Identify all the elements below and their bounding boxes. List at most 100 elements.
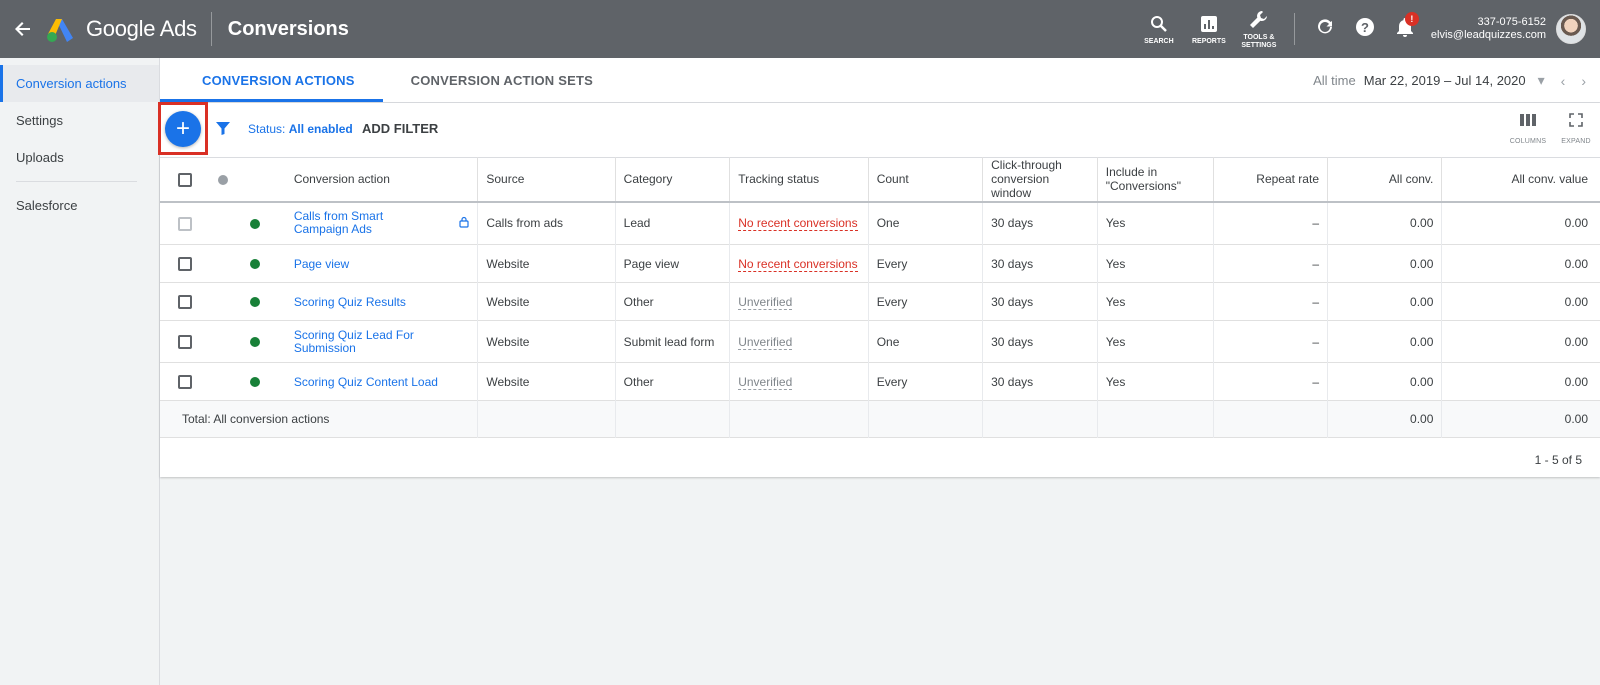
- status-filter-value: All enabled: [288, 122, 353, 136]
- columns-button[interactable]: COLUMNS: [1504, 113, 1552, 145]
- conversion-action-cell: Scoring Quiz Content Load: [285, 362, 479, 401]
- expand-button[interactable]: EXPAND: [1552, 113, 1600, 145]
- row-status-cell: [200, 283, 286, 321]
- row-checkbox[interactable]: [178, 256, 192, 271]
- window-cell: 30 days: [982, 244, 1098, 283]
- sidebar-item-settings[interactable]: Settings: [0, 102, 159, 139]
- row-checkbox[interactable]: [178, 294, 192, 309]
- conversion-action-link[interactable]: Scoring Quiz Results: [294, 295, 406, 309]
- tracking-status-text[interactable]: Unverified: [738, 374, 793, 390]
- sidebar-item-salesforce[interactable]: Salesforce: [0, 187, 159, 224]
- conversion-action-link[interactable]: Scoring Quiz Content Load: [294, 375, 438, 389]
- total-empty-cell: [615, 400, 731, 438]
- sidebar-item-uploads[interactable]: Uploads: [0, 139, 159, 176]
- tab-conversion-action-sets[interactable]: CONVERSION ACTION SETS: [383, 58, 621, 102]
- product-name: Google Ads: [86, 16, 197, 41]
- status-enabled-dot[interactable]: [250, 259, 260, 270]
- total-all-conv-value: 0.00: [1564, 412, 1588, 426]
- count-cell: Every: [868, 282, 984, 321]
- status-enabled-dot[interactable]: [250, 337, 260, 348]
- table-row: Calls from Smart Campaign Ads Calls from…: [160, 201, 1600, 245]
- account-info[interactable]: 337-075-6152 elvis@leadquizzes.com: [1431, 16, 1546, 42]
- total-label: Total: All conversion actions: [160, 400, 479, 438]
- header-source[interactable]: Source: [477, 157, 616, 202]
- header-repeat-rate[interactable]: Repeat rate: [1213, 157, 1329, 202]
- header-include-in-conversions[interactable]: Include in "Conversions": [1097, 157, 1214, 202]
- conversion-action-link[interactable]: Calls from Smart Campaign Ads: [294, 210, 439, 236]
- date-next-icon[interactable]: ›: [1577, 73, 1590, 89]
- total-empty-cell: [982, 400, 1098, 438]
- category-cell: Page view: [615, 244, 731, 283]
- notification-badge: !: [1404, 12, 1419, 26]
- tracking-status-text[interactable]: Unverified: [738, 294, 793, 310]
- tracking-status-text[interactable]: No recent conversions: [738, 256, 858, 272]
- account-email: elvis@leadquizzes.com: [1430, 29, 1546, 41]
- total-empty-cell: [1213, 400, 1329, 438]
- reports-button[interactable]: REPORTS: [1184, 0, 1234, 58]
- total-empty-cell: [868, 400, 984, 438]
- header-tracking-status[interactable]: Tracking status: [729, 157, 869, 202]
- sidebar-divider: [16, 181, 137, 182]
- conversion-action-link[interactable]: Scoring Quiz Lead For Submission: [294, 328, 424, 355]
- sidebar-item-conversion-actions[interactable]: Conversion actions: [0, 65, 159, 102]
- row-status-cell: [200, 321, 286, 363]
- category-cell: Other: [615, 362, 731, 401]
- date-range-value[interactable]: Mar 22, 2019 – Jul 14, 2020: [1364, 73, 1526, 88]
- reports-label: REPORTS: [1191, 38, 1226, 45]
- header-category[interactable]: Category: [615, 157, 731, 202]
- row-checkbox[interactable]: [178, 374, 192, 389]
- notifications-button[interactable]: !: [1385, 0, 1425, 58]
- date-prev-icon[interactable]: ‹: [1557, 73, 1570, 89]
- avatar[interactable]: [1556, 14, 1586, 44]
- window-cell: 30 days: [982, 362, 1098, 401]
- total-row: Total: All conversion actions 0.00 0.00: [160, 400, 1600, 438]
- help-button[interactable]: ?: [1345, 0, 1385, 58]
- status-enabled-dot[interactable]: [250, 377, 260, 388]
- refresh-button[interactable]: [1305, 0, 1345, 58]
- header-count[interactable]: Count: [868, 157, 984, 202]
- header-all-conv-value[interactable]: All conv. value: [1442, 158, 1600, 202]
- status-enabled-dot[interactable]: [250, 297, 260, 308]
- tracking-status-text[interactable]: No recent conversions: [738, 216, 858, 232]
- tracking-status-cell: No recent conversions: [729, 244, 869, 283]
- status-header-dot[interactable]: [218, 175, 228, 186]
- status-filter-chip[interactable]: Status: All enabled: [248, 122, 353, 136]
- conversion-actions-card: + Status: All enabled ADD FILTER COLUMNS: [158, 102, 1600, 477]
- page-title: Conversions: [227, 17, 349, 40]
- row-status-cell: [200, 202, 286, 245]
- header-all-conv[interactable]: All conv.: [1327, 157, 1443, 202]
- filter-icon[interactable]: [215, 120, 231, 141]
- google-ads-logo[interactable]: Google Ads: [46, 12, 212, 46]
- columns-icon: [1519, 113, 1537, 132]
- search-button[interactable]: SEARCH: [1134, 0, 1184, 58]
- pagination: 1 - 5 of 5: [1534, 453, 1582, 467]
- total-empty-cell: [729, 400, 869, 438]
- select-all-checkbox[interactable]: [178, 172, 192, 187]
- table-row: Scoring Quiz Lead For Submission Website…: [160, 320, 1600, 363]
- tracking-status-text[interactable]: Unverified: [738, 334, 793, 350]
- add-conversion-button[interactable]: +: [165, 110, 201, 147]
- row-checkbox[interactable]: [178, 216, 192, 231]
- category-cell: Other: [615, 282, 731, 321]
- tab-conversion-actions[interactable]: CONVERSION ACTIONS: [160, 58, 383, 102]
- conversion-action-link[interactable]: Page view: [294, 257, 349, 271]
- add-filter-button[interactable]: ADD FILTER: [362, 121, 438, 136]
- refresh-icon: [1316, 18, 1334, 41]
- row-checkbox[interactable]: [178, 334, 192, 349]
- row-select-cell: [160, 283, 200, 321]
- header-click-through-window[interactable]: Click-through conversion window: [982, 157, 1098, 202]
- all-conv-value-cell: 0.00: [1564, 374, 1588, 389]
- status-enabled-dot[interactable]: [250, 219, 260, 230]
- back-arrow-icon[interactable]: [0, 0, 46, 58]
- row-status-cell: [200, 363, 286, 401]
- header-conversion-action[interactable]: Conversion action: [285, 157, 479, 202]
- tab-bar: CONVERSION ACTIONS CONVERSION ACTION SET…: [160, 58, 1600, 103]
- top-bar-actions: SEARCH REPORTS TOOLS & SETTINGS ? ! 337-…: [1134, 0, 1600, 58]
- tools-settings-button[interactable]: TOOLS & SETTINGS: [1234, 0, 1284, 58]
- source-cell: Website: [477, 244, 616, 283]
- highlight-box: +: [158, 102, 208, 155]
- row-select-cell: [160, 245, 200, 283]
- date-range-dropdown-icon[interactable]: ▾: [1534, 72, 1549, 89]
- conversion-action-cell: Calls from Smart Campaign Ads: [285, 201, 479, 245]
- all-conv-value-cell: 0.00: [1564, 334, 1588, 349]
